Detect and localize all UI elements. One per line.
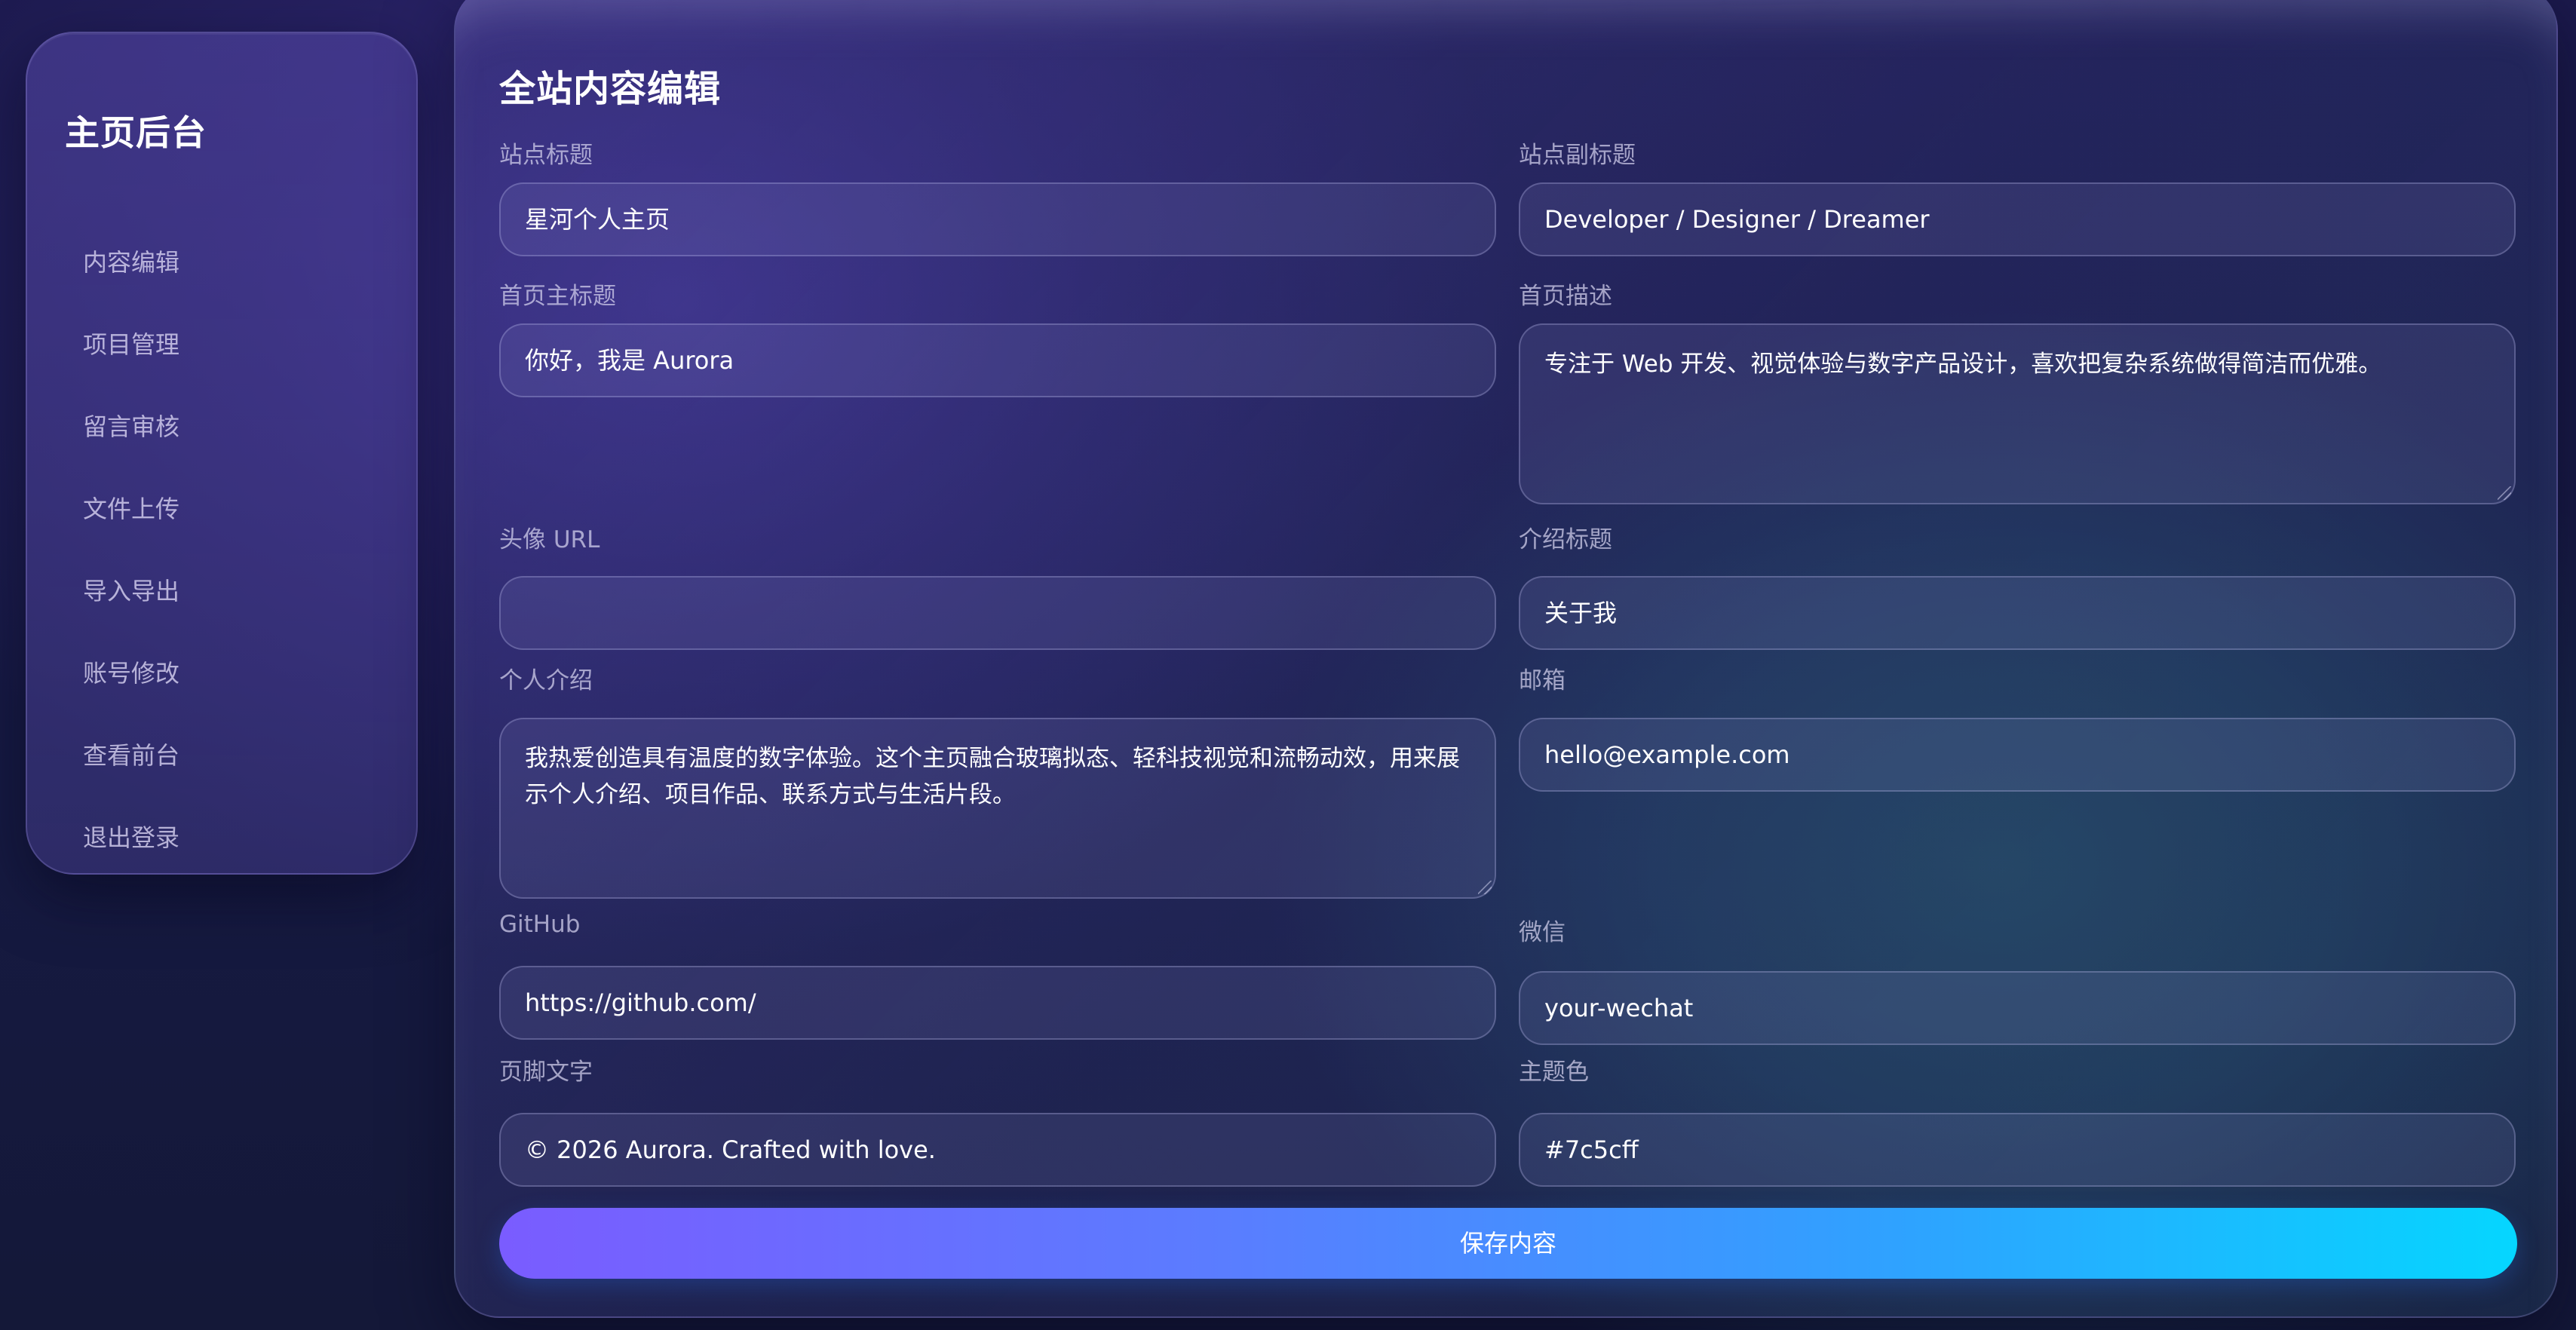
site-title-value: 星河个人主页 — [525, 205, 670, 234]
sidebar-item-logout[interactable]: 退出登录 — [83, 814, 179, 896]
email-input[interactable]: hello@example.com — [1519, 718, 2516, 792]
save-button[interactable]: 保存内容 — [499, 1208, 2517, 1279]
site-subtitle-label: 站点副标题 — [1519, 142, 1636, 169]
sidebar-item-content-edit[interactable]: 内容编辑 — [83, 238, 179, 320]
github-label: GitHub — [499, 911, 581, 938]
wechat-value: your-wechat — [1544, 994, 1694, 1022]
theme-color-label: 主题色 — [1519, 1059, 1589, 1086]
github-input[interactable]: https://github.com/ — [499, 966, 1496, 1040]
email-label: 邮箱 — [1519, 667, 1566, 694]
intro-title-value: 关于我 — [1544, 599, 1618, 627]
hero-desc-textarea[interactable]: 专注于 Web 开发、视觉体验与数字产品设计，喜欢把复杂系统做得简洁而优雅。 — [1519, 323, 2516, 504]
resize-grip-icon[interactable] — [2498, 486, 2511, 500]
hero-desc-label: 首页描述 — [1519, 283, 1612, 310]
avatar-url-input[interactable] — [499, 576, 1496, 650]
sidebar-item-view-site[interactable]: 查看前台 — [83, 731, 179, 814]
sidebar-item-file-upload[interactable]: 文件上传 — [83, 485, 179, 567]
resize-grip-icon[interactable] — [1478, 881, 1492, 894]
footer-input[interactable]: © 2026 Aurora. Crafted with love. — [499, 1113, 1496, 1187]
intro-value: 我热爱创造具有温度的数字体验。这个主页融合玻璃拟态、轻科技视觉和流畅动效，用来展… — [525, 745, 1460, 808]
hero-desc-value: 专注于 Web 开发、视觉体验与数字产品设计，喜欢把复杂系统做得简洁而优雅。 — [1544, 351, 2382, 378]
sidebar-title: 主页后台 — [65, 112, 207, 153]
page-title: 全站内容编辑 — [499, 68, 722, 110]
sidebar-item-project-manage[interactable]: 项目管理 — [83, 320, 179, 403]
sidebar-item-message-review[interactable]: 留言审核 — [83, 403, 179, 485]
sidebar: 主页后台 内容编辑 项目管理 留言审核 文件上传 导入导出 账号修改 查看前台 … — [26, 32, 418, 875]
intro-title-input[interactable]: 关于我 — [1519, 576, 2516, 650]
hero-title-input[interactable]: 你好，我是 Aurora — [499, 323, 1496, 397]
site-subtitle-value: Developer / Designer / Dreamer — [1544, 205, 1930, 234]
hero-title-value: 你好，我是 Aurora — [525, 346, 734, 375]
content-edit-panel: 全站内容编辑 站点标题 星河个人主页 站点副标题 Developer / Des… — [454, 0, 2558, 1318]
avatar-url-label: 头像 URL — [499, 526, 600, 553]
intro-label: 个人介绍 — [499, 667, 593, 694]
intro-textarea[interactable]: 我热爱创造具有温度的数字体验。这个主页融合玻璃拟态、轻科技视觉和流畅动效，用来展… — [499, 718, 1496, 899]
theme-color-value: #7c5cff — [1544, 1135, 1639, 1164]
hero-title-label: 首页主标题 — [499, 283, 616, 310]
site-title-input[interactable]: 星河个人主页 — [499, 182, 1496, 256]
sidebar-item-account[interactable]: 账号修改 — [83, 649, 179, 731]
wechat-input[interactable]: your-wechat — [1519, 971, 2516, 1045]
github-value: https://github.com/ — [525, 988, 756, 1017]
site-title-label: 站点标题 — [499, 142, 593, 169]
theme-color-input[interactable]: #7c5cff — [1519, 1113, 2516, 1187]
footer-label: 页脚文字 — [499, 1059, 593, 1086]
intro-title-label: 介绍标题 — [1519, 526, 1612, 553]
wechat-label: 微信 — [1519, 919, 1566, 946]
sidebar-nav: 内容编辑 项目管理 留言审核 文件上传 导入导出 账号修改 查看前台 退出登录 — [83, 238, 179, 896]
footer-value: © 2026 Aurora. Crafted with love. — [525, 1135, 936, 1164]
email-value: hello@example.com — [1544, 740, 1790, 769]
sidebar-item-import-export[interactable]: 导入导出 — [83, 567, 179, 649]
site-subtitle-input[interactable]: Developer / Designer / Dreamer — [1519, 182, 2516, 256]
